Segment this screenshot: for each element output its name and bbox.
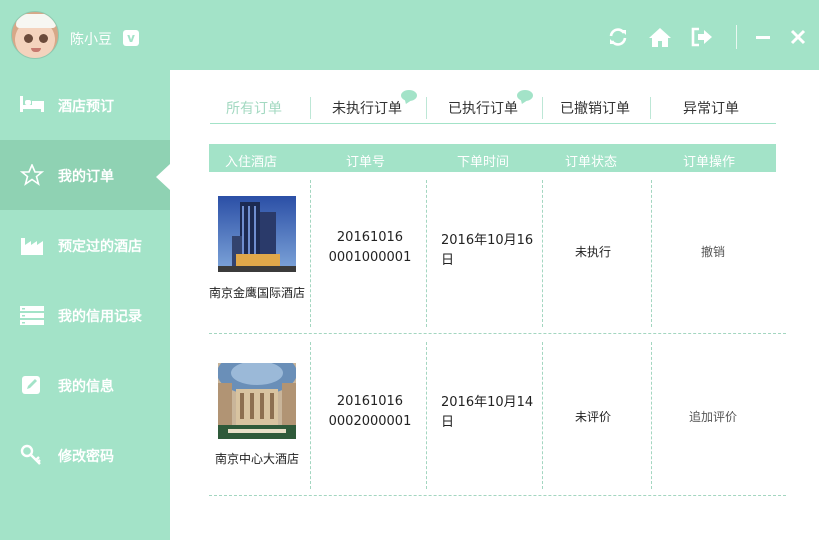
tab-divider <box>426 97 427 119</box>
tab-all-orders[interactable]: 所有订单 <box>226 98 282 118</box>
order-date-part: 2016年10月14 <box>441 395 534 410</box>
order-number-part: 0001000001 <box>328 250 412 265</box>
sidebar-item-credit-record[interactable]: 我的信用记录 <box>0 280 170 350</box>
order-date: 2016年10月16 日 <box>441 231 535 271</box>
tab-unexecuted-orders[interactable]: 未执行订单 <box>332 98 402 118</box>
minimize-icon[interactable] <box>755 26 771 48</box>
avatar-eye <box>24 34 33 43</box>
table-header: 入住酒店 订单号 下单时间 订单状态 订单操作 <box>209 144 776 172</box>
username: 陈小豆 <box>70 32 112 48</box>
column-divider <box>310 342 311 489</box>
close-icon[interactable] <box>790 26 806 48</box>
sidebar-item-label: 我的订单 <box>58 169 114 185</box>
list-icon <box>20 306 44 325</box>
avatar[interactable] <box>11 11 59 59</box>
tab-divider <box>542 97 543 119</box>
column-header: 下单时间 <box>457 155 510 170</box>
avatar-cap <box>16 14 56 28</box>
column-divider <box>542 180 543 327</box>
table-row[interactable]: 南京中心大酒店 20161016 0002000001 2016年10月14 日… <box>209 334 786 496</box>
order-status: 未评价 <box>575 410 612 424</box>
edit-icon <box>22 376 40 394</box>
sidebar-item-label: 修改密码 <box>58 449 114 465</box>
column-divider <box>651 180 652 327</box>
column-divider <box>651 342 652 489</box>
order-number-part: 20161016 <box>336 230 404 245</box>
logout-icon[interactable] <box>690 26 714 48</box>
sidebar-item-my-orders[interactable]: 我的订单 <box>0 140 170 210</box>
cancel-order-button[interactable]: 撤销 <box>701 243 725 260</box>
bed-icon <box>20 96 44 112</box>
hotel-photo[interactable] <box>218 363 296 439</box>
tab-divider <box>650 97 651 119</box>
order-date: 2016年10月14 日 <box>441 393 535 433</box>
tab-executed-orders[interactable]: 已执行订单 <box>448 98 518 118</box>
sidebar: 酒店预订 我的订单 预定过的酒店 我的信用记录 我的信息 修改密码 <box>0 70 170 540</box>
column-divider <box>426 180 427 327</box>
order-number-part: 20161016 <box>336 394 404 409</box>
key-icon <box>20 444 41 465</box>
table-row[interactable]: 南京金鹰国际酒店 20161016 0001000001 2016年10月16 … <box>209 172 786 334</box>
top-bar: 陈小豆 v <box>0 0 819 70</box>
order-status: 未执行 <box>575 245 612 259</box>
sidebar-item-label: 酒店预订 <box>58 99 114 115</box>
home-icon[interactable] <box>648 26 672 48</box>
column-divider <box>426 342 427 489</box>
hotel-name[interactable]: 南京中心大酒店 <box>215 450 299 467</box>
top-divider <box>736 25 737 49</box>
sidebar-item-label: 我的信用记录 <box>58 309 142 325</box>
refresh-icon[interactable] <box>607 26 629 48</box>
add-review-button[interactable]: 追加评价 <box>689 408 737 425</box>
sidebar-item-change-password[interactable]: 修改密码 <box>0 420 170 490</box>
sidebar-item-label: 预定过的酒店 <box>58 239 142 255</box>
column-header: 订单状态 <box>565 155 618 170</box>
hotel-name[interactable]: 南京金鹰国际酒店 <box>209 284 305 301</box>
tab-abnormal-orders[interactable]: 异常订单 <box>683 98 739 118</box>
order-number: 20161016 0001000001 <box>325 228 415 268</box>
column-header: 入住酒店 <box>225 155 278 170</box>
hotel-photo[interactable] <box>218 196 296 272</box>
vip-badge-icon: v <box>123 30 139 46</box>
column-divider <box>310 180 311 327</box>
sidebar-item-label: 我的信息 <box>58 379 114 395</box>
order-tabs: 所有订单 未执行订单 已执行订单 已撤销订单 异常订单 <box>210 90 776 124</box>
active-pointer <box>156 164 170 190</box>
sidebar-item-my-info[interactable]: 我的信息 <box>0 350 170 420</box>
main-panel: 所有订单 未执行订单 已执行订单 已撤销订单 异常订单 入住酒店 订单号 下单时… <box>170 70 819 540</box>
avatar-eye <box>39 34 48 43</box>
sidebar-item-hotel-booking[interactable]: 酒店预订 <box>0 70 170 140</box>
tab-cancelled-orders[interactable]: 已撤销订单 <box>560 98 630 118</box>
message-bubble-icon <box>517 90 533 101</box>
order-number: 20161016 0002000001 <box>325 392 415 432</box>
order-date-part: 2016年10月16 <box>441 233 534 248</box>
column-header: 订单操作 <box>683 155 736 170</box>
message-bubble-icon <box>401 90 417 101</box>
avatar-mouth <box>31 48 41 52</box>
sidebar-item-booked-hotels[interactable]: 预定过的酒店 <box>0 210 170 280</box>
column-divider <box>542 342 543 489</box>
building-icon <box>21 238 43 255</box>
order-date-part: 日 <box>441 415 455 430</box>
star-icon <box>20 164 44 186</box>
order-number-part: 0002000001 <box>328 414 412 429</box>
tab-divider <box>310 97 311 119</box>
order-date-part: 日 <box>441 253 455 268</box>
column-header: 订单号 <box>346 155 386 170</box>
